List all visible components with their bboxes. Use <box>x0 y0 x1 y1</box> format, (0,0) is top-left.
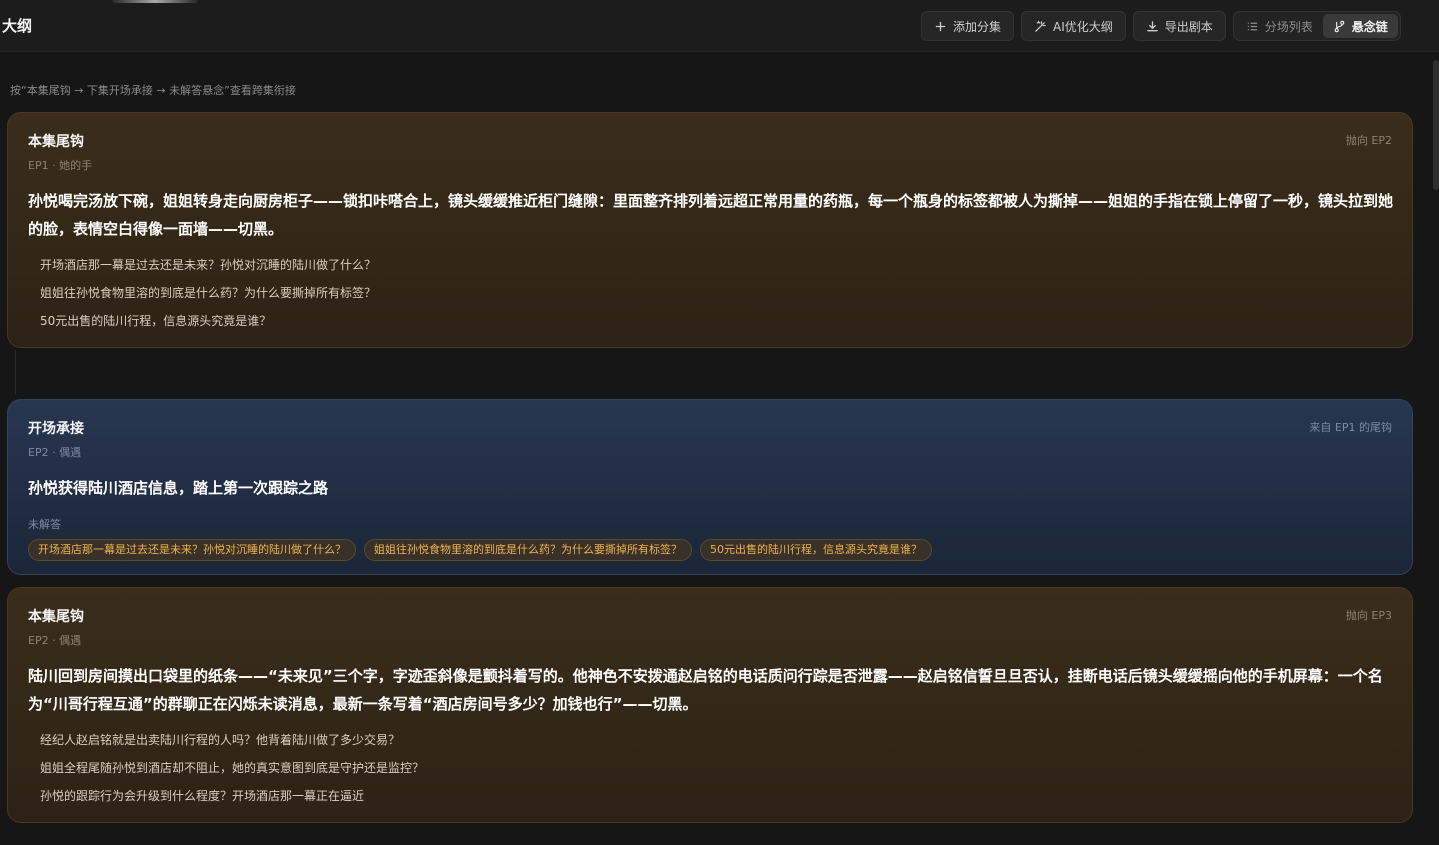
suspense-chip[interactable]: 50元出售的陆川行程，信息源头究竟是谁？ <box>700 539 932 561</box>
ai-optimize-button[interactable]: AI优化大纲 <box>1021 11 1126 41</box>
list-item: 经纪人赵启铭就是出卖陆川行程的人吗？他背着陆川做了多少交易？ <box>40 733 401 747</box>
suspense-chip[interactable]: 开场酒店那一幕是过去还是未来？孙悦对沉睡的陆川做了什么？ <box>28 539 356 561</box>
view-switcher: 分场列表 悬念链 <box>1232 11 1401 41</box>
card-title: 本集尾钩 <box>28 134 84 150</box>
question-list: 经纪人赵启铭就是出卖陆川行程的人吗？他背着陆川做了多少交易？ 姐姐全程尾随孙悦到… <box>40 726 424 810</box>
card-subtitle: EP2 · 偶遇 <box>28 634 82 647</box>
unanswered-label: 未解答 <box>28 518 61 531</box>
card-subtitle: EP1 · 她的手 <box>28 159 93 172</box>
branch-icon <box>1334 20 1345 32</box>
card-tag: 抛向 EP3 <box>1345 609 1392 622</box>
card-tag: 来自 EP1 的尾钩 <box>1309 421 1392 434</box>
toolbar: 添加分集 AI优化大纲 导出剧本 分场列表 悬念链 <box>921 11 1401 41</box>
scrollbar-thumb[interactable] <box>1433 60 1439 190</box>
card-subtitle: EP2 · 偶遇 <box>28 446 82 459</box>
list-icon <box>1247 22 1257 30</box>
card-body: 孙悦获得陆川酒店信息，踏上第一次跟踪之路 <box>28 479 329 497</box>
add-episode-button[interactable]: 添加分集 <box>921 11 1015 41</box>
plus-icon <box>935 21 946 31</box>
ep1-hook-card: 本集尾钩 EP1 · 她的手 抛向 EP2 孙悦喝完汤放下碗，姐姐转身走向厨房柜… <box>7 112 1413 348</box>
page-title: 大纲 <box>2 17 33 35</box>
tab-scene-list-label: 分场列表 <box>1264 19 1313 34</box>
tab-suspense-chain[interactable]: 悬念链 <box>1322 14 1398 38</box>
ai-optimize-label: AI优化大纲 <box>1053 19 1113 34</box>
export-script-label: 导出剧本 <box>1164 19 1213 34</box>
card-body: 孙悦喝完汤放下碗，姐姐转身走向厨房柜子——锁扣咔嗒合上，镜头缓缓推近柜门缝隙：里… <box>28 192 1394 238</box>
top-bar: 大纲 添加分集 AI优化大纲 导出剧本 分场列表 悬念链 <box>0 0 1439 52</box>
list-item: 50元出售的陆川行程，信息源头究竟是谁？ <box>40 314 272 328</box>
card-body: 陆川回到房间摸出口袋里的纸条——“未来见”三个字，字迹歪斜像是颤抖着写的。他神色… <box>28 667 1383 713</box>
list-item: 开场酒店那一幕是过去还是未来？孙悦对沉睡的陆川做了什么？ <box>40 258 377 272</box>
list-item: 孙悦的跟踪行为会升级到什么程度？开场酒店那一幕正在逼近 <box>40 789 365 803</box>
unanswered-chips: 开场酒店那一幕是过去还是未来？孙悦对沉睡的陆川做了什么？ 姐姐往孙悦食物里溶的到… <box>28 539 932 561</box>
tab-suspense-chain-label: 悬念链 <box>1351 19 1388 34</box>
suspense-chip[interactable]: 姐姐往孙悦食物里溶的到底是什么药？为什么要撕掉所有标签？ <box>364 539 692 561</box>
card-tag: 抛向 EP2 <box>1345 134 1392 147</box>
download-icon <box>1146 20 1158 31</box>
list-item: 姐姐全程尾随孙悦到酒店却不阻止，她的真实意图到底是守护还是监控？ <box>40 761 425 775</box>
card-title: 本集尾钩 <box>28 609 84 625</box>
card-title: 开场承接 <box>28 421 84 437</box>
magic-wand-icon <box>1035 20 1046 32</box>
export-script-button[interactable]: 导出剧本 <box>1132 11 1226 41</box>
ep2-opening-card: 开场承接 EP2 · 偶遇 来自 EP1 的尾钩 孙悦获得陆川酒店信息，踏上第一… <box>7 399 1413 575</box>
list-item: 姐姐往孙悦食物里溶的到底是什么药？为什么要撕掉所有标签？ <box>40 286 377 300</box>
top-decoration <box>112 0 198 3</box>
question-list: 开场酒店那一幕是过去还是未来？孙悦对沉睡的陆川做了什么？ 姐姐往孙悦食物里溶的到… <box>40 251 376 335</box>
connector-line <box>15 350 16 394</box>
navigation-hint: 按“本集尾钩 → 下集开场承接 → 未解答悬念”查看跨集衔接 <box>10 84 296 97</box>
tab-scene-list[interactable]: 分场列表 <box>1236 14 1323 38</box>
add-episode-label: 添加分集 <box>953 19 1002 34</box>
ep2-hook-card: 本集尾钩 EP2 · 偶遇 抛向 EP3 陆川回到房间摸出口袋里的纸条——“未来… <box>7 587 1413 823</box>
